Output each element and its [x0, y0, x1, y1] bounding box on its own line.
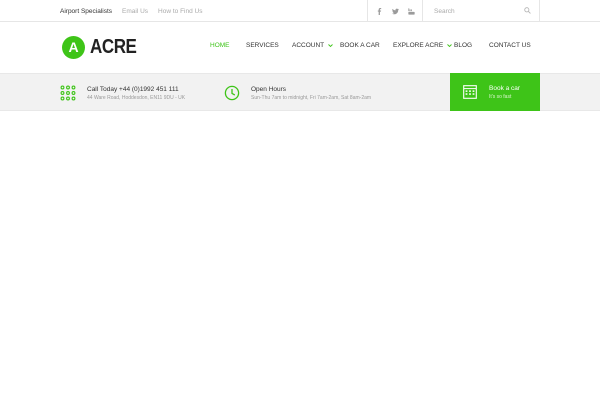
call-info: Call Today +44 (0)1992 451 111 44 Ware R… [60, 74, 185, 112]
nav-blog[interactable]: BLOG [454, 42, 472, 49]
call-text: Call Today +44 (0)1992 451 111 44 Ware R… [87, 86, 185, 101]
nav-services[interactable]: SERVICES [246, 42, 279, 49]
youtube-icon[interactable] [407, 7, 415, 15]
top-bar: Airport Specialists Email Us How to Find… [0, 0, 600, 22]
cta-title: Book a car [489, 84, 521, 92]
calendar-icon [463, 85, 477, 99]
nav-account[interactable]: ACCOUNT [292, 42, 333, 49]
top-link-airport-specialists[interactable]: Airport Specialists [60, 8, 122, 15]
nav-home[interactable]: HOME [210, 42, 230, 49]
nav-book-a-car[interactable]: BOOK A CAR [340, 42, 380, 49]
cta-text: Book a car It's so fast [489, 85, 520, 100]
facebook-icon[interactable] [376, 7, 383, 15]
chevron-down-icon [447, 44, 453, 48]
nav-book-a-car-label: BOOK A CAR [340, 42, 380, 49]
nav-account-label: ACCOUNT [292, 42, 325, 49]
hours-text: Open Hours Sun-Thu 7am to midnight, Fri … [251, 86, 371, 101]
top-links: Airport Specialists Email Us How to Find… [60, 0, 212, 22]
hours-info: Open Hours Sun-Thu 7am to midnight, Fri … [224, 74, 371, 112]
nav-contact-us-label: CONTACT US [489, 42, 531, 49]
nav-explore-acre[interactable]: EXPLORE ACRE [393, 42, 453, 49]
search-icon[interactable] [524, 7, 531, 14]
call-address: 44 Ware Road, Hoddesdon, EN11 9DU - UK [87, 94, 186, 101]
search-box [424, 0, 540, 22]
main-header: A ACRE HOME SERVICES ACCOUNT BOOK A CAR … [0, 22, 600, 73]
top-link-how-to-find-us[interactable]: How to Find Us [158, 8, 212, 15]
nav-services-label: SERVICES [246, 42, 279, 49]
nav-explore-acre-label: EXPLORE ACRE [393, 42, 444, 49]
nav-home-label: HOME [210, 42, 230, 49]
hours-detail: Sun-Thu 7am to midnight, Fri 7am-2am, Sa… [251, 94, 372, 101]
social-links [367, 0, 423, 22]
dialpad-icon [60, 85, 76, 101]
search-input[interactable] [434, 5, 519, 17]
nav-contact-us[interactable]: CONTACT US [489, 42, 531, 49]
top-link-email-us[interactable]: Email Us [122, 8, 158, 15]
chevron-down-icon [328, 44, 333, 48]
call-title: Call Today +44 (0)1992 451 111 [87, 85, 179, 93]
clock-icon [224, 85, 240, 101]
hours-title: Open Hours [251, 85, 287, 93]
book-a-car-button[interactable]: Book a car It's so fast [450, 73, 540, 111]
twitter-icon[interactable] [391, 8, 399, 15]
nav-blog-label: BLOG [454, 42, 473, 49]
main-nav: HOME SERVICES ACCOUNT BOOK A CAR EXPLORE… [0, 22, 600, 73]
cta-subtitle: It's so fast [489, 93, 512, 100]
